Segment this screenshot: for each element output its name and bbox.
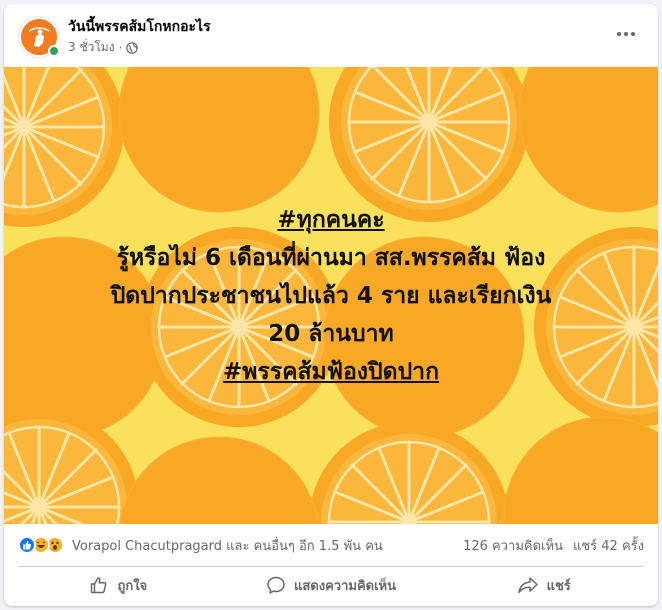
- post-card: วันนี้พรรคส้มโกหกอะไร 3 ชั่วโมง · #ทุกคน…: [4, 4, 658, 606]
- share-button-label: แชร์: [546, 578, 571, 594]
- online-status-dot: [48, 45, 60, 57]
- post-timestamp[interactable]: 3 ชั่วโมง: [68, 38, 115, 57]
- post-header: วันนี้พรรคส้มโกหกอะไร 3 ชั่วโมง ·: [4, 4, 658, 66]
- page-name-link[interactable]: วันนี้พรรคส้มโกหกอะไร: [68, 16, 211, 38]
- divider: [18, 566, 644, 567]
- reaction-icons[interactable]: [18, 536, 64, 554]
- image-caption: #ทุกคนคะ รู้หรือไม่ 6 เดือนที่ผ่านมา สส.…: [4, 201, 658, 391]
- more-icon: [617, 32, 621, 36]
- more-icon-dot: [624, 32, 628, 36]
- post-actions: ถูกใจ แสดงความคิดเห็น แชร์: [12, 568, 650, 602]
- thumbs-up-icon: [91, 577, 107, 594]
- comment-button[interactable]: แสดงความคิดเห็น: [225, 568, 438, 602]
- more-options-button[interactable]: [608, 20, 644, 48]
- engagement-counts: 126 ความคิดเห็น แชร์ 42 ครั้ง: [463, 535, 644, 556]
- post-image[interactable]: #ทุกคนคะ รู้หรือไม่ 6 เดือนที่ผ่านมา สส.…: [4, 67, 658, 524]
- hashtag-top: #ทุกคนคะ: [277, 207, 385, 233]
- comment-button-label: แสดงความคิดเห็น: [294, 578, 397, 594]
- share-arrow-icon: [517, 577, 538, 594]
- post-meta: 3 ชั่วโมง ·: [68, 38, 139, 57]
- reactions-row: Vorapol Chacutpragard และ คนอื่นๆ อีก 1.…: [4, 524, 658, 566]
- more-icon-dot: [631, 32, 635, 36]
- page-avatar[interactable]: [19, 17, 60, 57]
- share-button[interactable]: แชร์: [437, 568, 650, 602]
- like-button-label: ถูกใจ: [117, 578, 148, 594]
- like-button[interactable]: ถูกใจ: [12, 568, 225, 602]
- caption-line-2: ปิดปากประชาชนไปแล้ว 4 ราย และเรียกเงิน: [110, 283, 552, 309]
- hashtag-bottom: #พรรคส้มฟ้องปิดปาก: [222, 359, 440, 385]
- caption-line-3: 20 ล้านบาท: [268, 321, 394, 347]
- reaction-summary-link[interactable]: Vorapol Chacutpragard และ คนอื่นๆ อีก 1.…: [72, 535, 383, 556]
- meta-separator: ·: [118, 40, 123, 55]
- globe-icon[interactable]: [126, 41, 139, 54]
- comment-bubble-icon: [267, 576, 285, 594]
- caption-line-1: รู้หรือไม่ 6 เดือนที่ผ่านมา สส.พรรคส้ม ฟ…: [116, 245, 546, 271]
- like-icon: [18, 536, 36, 554]
- comment-count-link[interactable]: 126 ความคิดเห็น: [463, 535, 563, 556]
- share-count-link[interactable]: แชร์ 42 ครั้ง: [573, 535, 644, 556]
